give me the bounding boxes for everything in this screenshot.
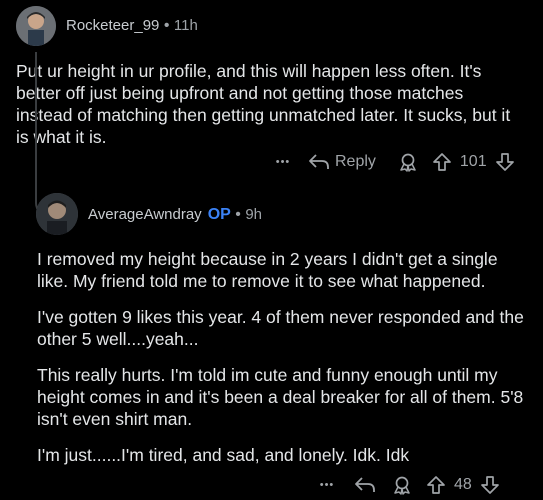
reply-button[interactable] (354, 476, 376, 494)
downvote-icon (495, 153, 514, 171)
comment2-paragraph: I'm just......I'm tired, and sad, and lo… (37, 445, 410, 465)
comment2-actions: ••• 48 (312, 473, 500, 497)
timestamp: 9h (245, 206, 263, 223)
more-icon[interactable]: ••• (268, 156, 298, 168)
comment1-body: Put ur height in ur profile, and this wi… (16, 61, 511, 147)
more-icon[interactable]: ••• (312, 479, 342, 491)
separator-dot: • (235, 206, 241, 223)
avatar-averageawndray[interactable] (36, 193, 78, 235)
reply-icon (309, 154, 329, 169)
downvote-button[interactable] (495, 152, 515, 172)
upvote-button[interactable] (426, 475, 446, 495)
comment2-header: AverageAwndray OP • 9h (88, 206, 262, 224)
avatar-image (36, 193, 78, 235)
username[interactable]: Rocketeer_99 (66, 17, 159, 34)
upvote-button[interactable] (432, 152, 452, 172)
username[interactable]: AverageAwndray (88, 206, 202, 223)
score: 48 (454, 476, 472, 493)
comment2-paragraph: I've gotten 9 likes this year. 4 of them… (37, 307, 524, 349)
avatar-rocketeer[interactable] (16, 6, 56, 46)
award-button[interactable] (392, 475, 412, 495)
timestamp: 11h (173, 17, 198, 34)
award-button[interactable] (398, 152, 418, 172)
avatar-image (16, 6, 56, 46)
upvote-icon (433, 153, 451, 171)
upvote-icon (427, 476, 445, 494)
award-icon (400, 153, 416, 172)
reply-icon (355, 477, 375, 492)
downvote-icon (480, 476, 499, 494)
reply-button[interactable]: Reply (308, 153, 376, 171)
comment1-actions: ••• Reply 101 (268, 150, 515, 174)
reply-label: Reply (335, 153, 376, 170)
award-icon (394, 476, 410, 495)
comment1-header: Rocketeer_99 • 11h (66, 17, 198, 35)
downvote-button[interactable] (480, 475, 500, 495)
op-badge: OP (207, 206, 231, 223)
separator-dot: • (163, 17, 170, 34)
comment2-paragraph: This really hurts. I'm told im cute and … (37, 365, 524, 429)
score: 101 (459, 153, 487, 170)
comment2-paragraph: I removed my height because in 2 years I… (37, 249, 498, 291)
thread-line (35, 52, 37, 187)
